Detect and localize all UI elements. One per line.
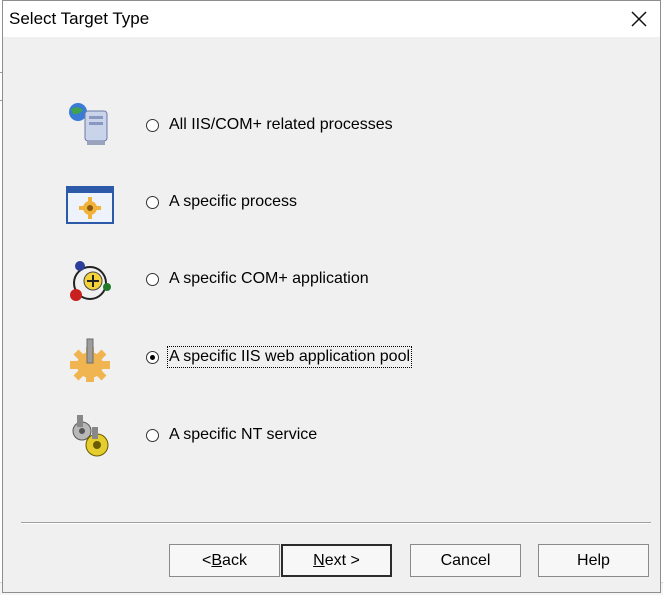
option-specific-process[interactable]: A specific process: [3, 179, 660, 229]
server-network-icon: [69, 103, 108, 145]
title-bar: Select Target Type: [3, 1, 660, 37]
option-specific-nt-service[interactable]: A specific NT service: [3, 413, 660, 463]
radio-all-iis-com[interactable]: [146, 119, 159, 132]
option-label: All IIS/COM+ related processes: [169, 116, 393, 133]
help-label: Help: [577, 551, 610, 569]
next-label-rest: ext >: [324, 551, 360, 569]
radio-specific-com-app[interactable]: [146, 273, 159, 286]
separator: [21, 522, 651, 524]
close-icon: [631, 11, 647, 27]
back-label-prefix: <: [202, 551, 212, 569]
dialog-title: Select Target Type: [9, 9, 150, 28]
radio-specific-app-pool[interactable]: [146, 351, 159, 364]
cancel-button[interactable]: Cancel: [410, 544, 521, 577]
option-specific-com-app[interactable]: A specific COM+ application: [3, 257, 660, 307]
option-label: A specific NT service: [169, 426, 318, 443]
option-label: A specific process: [169, 193, 298, 210]
back-label-mnemonic: B: [211, 551, 223, 569]
help-button[interactable]: Help: [538, 544, 649, 577]
cancel-label: Cancel: [440, 551, 491, 569]
back-button[interactable]: < Back: [169, 544, 280, 577]
back-label-rest: ack: [222, 551, 247, 569]
radio-specific-nt-service[interactable]: [146, 429, 159, 442]
option-label: A specific IIS web application pool: [166, 346, 413, 368]
select-target-type-dialog: Select Target Type All IIS/COM+ related …: [2, 0, 661, 593]
next-label-mnemonic: N: [313, 551, 325, 569]
service-gears-icon: [72, 415, 109, 457]
option-specific-app-pool[interactable]: A specific IIS web application pool: [3, 335, 660, 385]
radio-specific-process[interactable]: [146, 196, 159, 209]
process-window-icon: [66, 186, 114, 224]
next-button[interactable]: Next >: [281, 544, 392, 577]
option-label: A specific COM+ application: [169, 270, 369, 287]
app-pool-gear-icon: [70, 338, 110, 382]
com-plus-icon: [70, 261, 111, 301]
option-all-iis-com[interactable]: All IIS/COM+ related processes: [3, 99, 660, 149]
close-button[interactable]: [622, 4, 656, 34]
